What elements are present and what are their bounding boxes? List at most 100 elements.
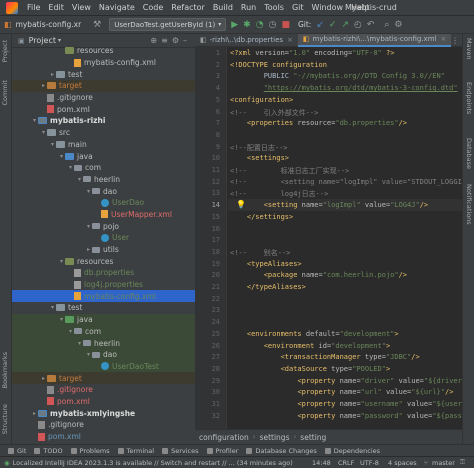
project-panel-title[interactable]: Project xyxy=(29,36,56,45)
collapsed-arrow-icon[interactable]: ▸ xyxy=(49,71,56,78)
build-hammer-icon[interactable]: ⚒ xyxy=(93,20,101,30)
tree-item[interactable]: db.properties xyxy=(12,267,195,279)
close-icon[interactable]: × xyxy=(440,35,446,43)
tree-item[interactable]: ▾ test xyxy=(12,302,195,314)
git-commit-icon[interactable]: ✓ xyxy=(329,20,337,30)
search-icon[interactable]: ⌕ xyxy=(384,20,389,30)
expand-arrow-icon[interactable]: ▾ xyxy=(40,129,47,136)
expand-arrow-icon[interactable]: ▾ xyxy=(31,117,38,124)
profile-icon[interactable]: ◷ xyxy=(269,20,277,30)
bookmarks-tool-button[interactable]: Bookmarks xyxy=(1,352,9,388)
run-configuration-select[interactable]: UserDaoTest.getUserById (1) ▾ xyxy=(109,18,227,31)
tree-item[interactable]: pom.xml xyxy=(12,396,195,408)
tree-item[interactable]: ▸ target xyxy=(12,80,195,92)
rollback-icon[interactable]: ↶ xyxy=(367,20,375,30)
structure-tool-button[interactable]: Structure xyxy=(1,404,9,434)
tree-item[interactable]: User xyxy=(12,232,195,244)
tool-terminal[interactable]: Terminal xyxy=(117,447,154,455)
status-message[interactable]: Localized IntelliJ IDEA 2023.1.3 is avai… xyxy=(13,459,293,467)
breadcrumb-configuration[interactable]: configuration xyxy=(195,433,253,442)
expand-arrow-icon[interactable]: ▾ xyxy=(58,258,65,265)
tree-item[interactable]: ▾ pojo xyxy=(12,220,195,232)
tree-item[interactable]: ▸ test xyxy=(12,68,195,80)
tree-item[interactable]: .gitignore xyxy=(12,419,195,431)
menu-edit[interactable]: Edit xyxy=(44,3,68,12)
breadcrumb-settings[interactable]: settings xyxy=(256,433,294,442)
options-gear-icon[interactable]: ⚙ xyxy=(172,36,183,45)
coverage-icon[interactable]: ◔ xyxy=(256,20,264,30)
close-icon[interactable]: × xyxy=(287,36,293,44)
tree-item[interactable]: ▾ java xyxy=(12,150,195,162)
expand-arrow-icon[interactable]: ▾ xyxy=(85,188,92,195)
menu-code[interactable]: Code xyxy=(139,3,167,12)
menu-tools[interactable]: Tools xyxy=(260,3,288,12)
locate-icon[interactable]: ⊕ xyxy=(150,36,161,45)
line-separator[interactable]: CRLF xyxy=(338,459,354,467)
tree-item[interactable]: mybatis-config.xml xyxy=(12,290,195,303)
tool-dependencies[interactable]: Dependencies xyxy=(324,447,380,455)
tree-item[interactable]: ▾ resources xyxy=(12,255,195,267)
menu-navigate[interactable]: Navigate xyxy=(95,3,139,12)
tree-item[interactable]: mybatis-config.xml xyxy=(12,57,195,69)
tree-item[interactable]: UserDaoTest xyxy=(12,360,195,373)
expand-arrow-icon[interactable]: ▾ xyxy=(58,316,65,323)
update-icon[interactable]: ◉ xyxy=(4,459,10,467)
breadcrumb-setting[interactable]: setting xyxy=(296,433,330,442)
tree-item[interactable]: ▾ main xyxy=(12,139,195,151)
tree-item[interactable]: pom.xml xyxy=(12,431,195,443)
expand-arrow-icon[interactable]: ▾ xyxy=(85,223,92,230)
tree-item[interactable]: UserMapper.xml xyxy=(12,209,195,221)
caret-position[interactable]: 14:48 xyxy=(312,459,331,467)
settings-gear-icon[interactable]: ⚙ xyxy=(394,20,402,30)
nav-breadcrumb[interactable]: mybatis-config.xr xyxy=(16,20,82,29)
tool-todo[interactable]: TODO xyxy=(34,447,63,455)
endpoints-tool-button[interactable]: Endpoints xyxy=(465,82,473,114)
tool-database-changes[interactable]: Database Changes xyxy=(246,447,317,455)
tree-item[interactable]: ▾ dao xyxy=(12,348,195,361)
menu-run[interactable]: Run xyxy=(237,3,260,12)
chevron-down-icon[interactable]: ▾ xyxy=(58,37,61,44)
stop-icon[interactable]: ■ xyxy=(281,20,290,30)
lock-icon[interactable]: ⚿ xyxy=(460,458,465,467)
menu-view[interactable]: View xyxy=(68,3,95,12)
maven-tool-button[interactable]: Maven xyxy=(465,38,473,60)
code-editor[interactable]: <?xml version="1.0" encoding="UTF-8" ?> <… xyxy=(228,47,462,429)
git-update-icon[interactable]: ↙ xyxy=(316,20,324,30)
tree-item[interactable]: ▾ heerlin xyxy=(12,337,195,349)
tab-db-properties[interactable]: ◧ -rizhi\..\db.properties × xyxy=(195,34,298,47)
tool-profiler[interactable]: Profiler xyxy=(206,447,238,455)
menu-git[interactable]: Git xyxy=(288,3,308,12)
menu-build[interactable]: Build xyxy=(209,3,237,12)
expand-arrow-icon[interactable]: ▾ xyxy=(67,328,74,335)
tab-mybatis-config[interactable]: ◧ mybatis-rizhi\...\mybatis-config.xml × xyxy=(297,33,452,47)
collapse-all-icon[interactable]: ≡ xyxy=(161,36,172,45)
tool-git[interactable]: Git xyxy=(8,447,26,455)
history-icon[interactable]: ◴ xyxy=(354,20,362,30)
tree-item[interactable]: pom.xml xyxy=(12,103,195,115)
menu-window[interactable]: Window xyxy=(308,3,348,12)
tree-item[interactable]: .gitignore xyxy=(12,384,195,396)
expand-arrow-icon[interactable]: ▾ xyxy=(49,141,56,148)
tree-item[interactable]: ▾ heerlin xyxy=(12,174,195,186)
expand-arrow-icon[interactable]: ▾ xyxy=(76,176,83,183)
tree-item[interactable]: log4j.properties xyxy=(12,279,195,291)
tree-item[interactable]: resources xyxy=(12,45,195,57)
expand-arrow-icon[interactable]: ▾ xyxy=(49,304,56,311)
expand-arrow-icon[interactable]: ▾ xyxy=(85,351,92,358)
expand-arrow-icon[interactable]: ▾ xyxy=(67,164,74,171)
run-icon[interactable]: ▶ xyxy=(231,20,238,30)
collapsed-arrow-icon[interactable]: ▸ xyxy=(40,375,47,382)
debug-icon[interactable]: ✱ xyxy=(243,20,251,30)
tree-item[interactable]: UserDao xyxy=(12,197,195,209)
more-tabs-icon[interactable]: ⋮ xyxy=(451,36,459,45)
tree-item[interactable]: ▾ java xyxy=(12,313,195,326)
tree-item[interactable]: ▾ com xyxy=(12,162,195,174)
hide-panel-icon[interactable]: – xyxy=(183,36,191,45)
menu-refactor[interactable]: Refactor xyxy=(167,3,209,12)
collapsed-arrow-icon[interactable]: ▸ xyxy=(85,246,92,253)
tree-item[interactable]: ▾ mybatis-rizhi xyxy=(12,115,195,127)
tree-item[interactable]: ▸ target xyxy=(12,372,195,384)
tree-item[interactable]: ▸ utils xyxy=(12,244,195,256)
tree-item[interactable]: ▾ src xyxy=(12,127,195,139)
git-push-icon[interactable]: ↗ xyxy=(341,20,349,30)
